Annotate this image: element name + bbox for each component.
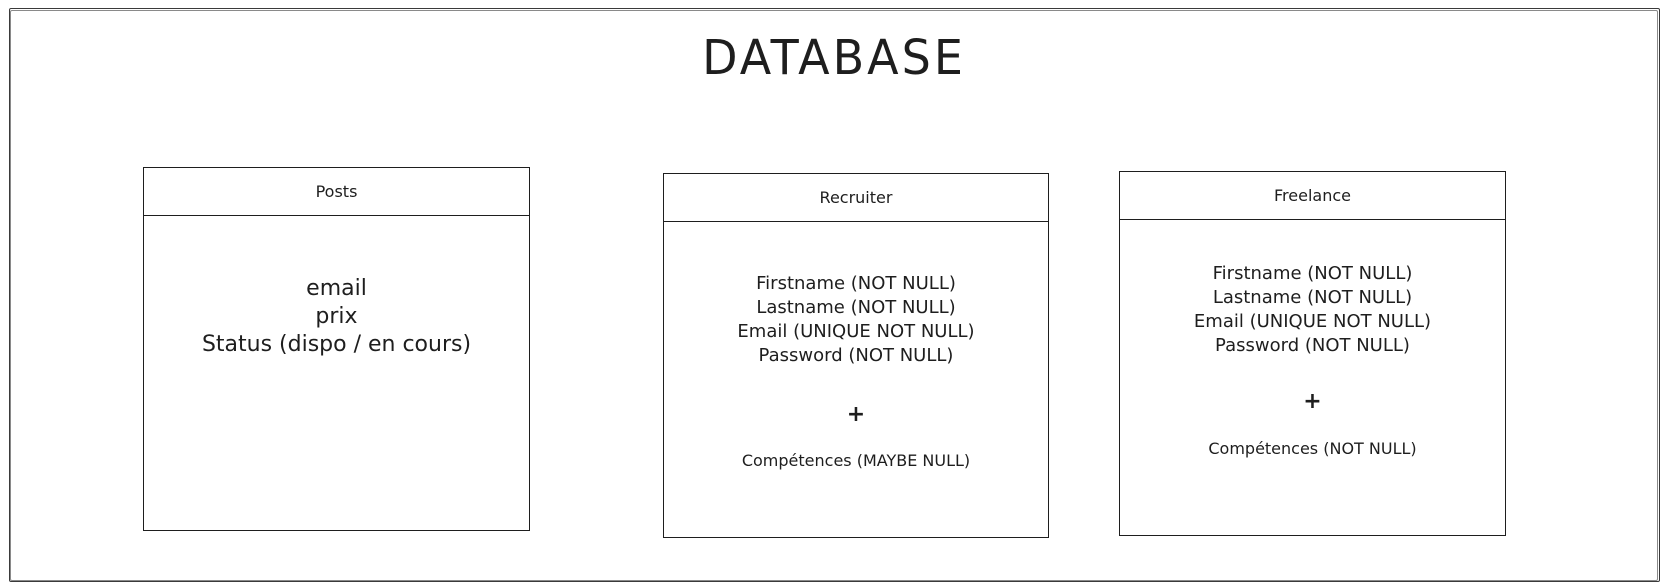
entity-freelance: Freelance Firstname (NOT NULL) Lastname …: [1119, 171, 1506, 536]
entity-fields: Firstname (NOT NULL) Lastname (NOT NULL)…: [664, 272, 1048, 368]
entity-recruiter: Recruiter Firstname (NOT NULL) Lastname …: [663, 173, 1049, 538]
plus-sign: +: [1303, 389, 1322, 414]
entity-header: Posts: [144, 168, 529, 216]
field: Lastname (NOT NULL): [756, 297, 956, 318]
field: Status (dispo / en cours): [201, 332, 472, 357]
field: Password (NOT NULL): [1215, 335, 1410, 356]
entity-header: Freelance: [1120, 172, 1505, 220]
entity-fields: email prix Status (dispo / en cours): [144, 275, 529, 359]
plus-sign: +: [846, 402, 866, 427]
field: Email (UNIQUE NOT NULL): [737, 321, 975, 342]
entity-posts: Posts email prix Status (dispo / en cour…: [143, 167, 530, 531]
extra-field: Compétences (NOT NULL): [1208, 439, 1417, 458]
field: email: [306, 276, 367, 301]
field: Password (NOT NULL): [758, 345, 954, 366]
field: Lastname (NOT NULL): [1212, 287, 1413, 308]
entity-fields: Firstname (NOT NULL) Lastname (NOT NULL)…: [1120, 262, 1505, 358]
field: Firstname (NOT NULL): [756, 273, 956, 294]
field: Email (UNIQUE NOT NULL): [1193, 311, 1432, 332]
field: prix: [315, 304, 358, 329]
entity-header: Recruiter: [664, 174, 1048, 222]
diagram-title: DATABASE: [702, 28, 966, 86]
field: Firstname (NOT NULL): [1212, 263, 1413, 284]
extra-field: Compétences (MAYBE NULL): [741, 451, 971, 470]
